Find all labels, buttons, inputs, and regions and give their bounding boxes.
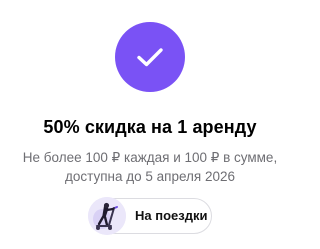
promo-description: Не более 100 ₽ каждая и 100 ₽ в сумме, д…	[0, 148, 300, 186]
to-rides-button-label: На поездки	[135, 208, 208, 223]
promo-title: 50% скидка на 1 аренду	[43, 117, 257, 137]
promo-description-line-2: доступна до 5 апреля 2026	[65, 169, 235, 184]
promo-description-line-1: Не более 100 ₽ каждая и 100 ₽ в сумме,	[22, 150, 278, 165]
to-rides-button[interactable]: На поездки	[88, 197, 212, 235]
scooter-rider-icon	[88, 197, 126, 235]
promo-success-screen: 50% скидка на 1 аренду Не более 100 ₽ ка…	[0, 0, 300, 249]
checkmark-icon	[137, 48, 163, 67]
success-badge	[115, 22, 185, 92]
